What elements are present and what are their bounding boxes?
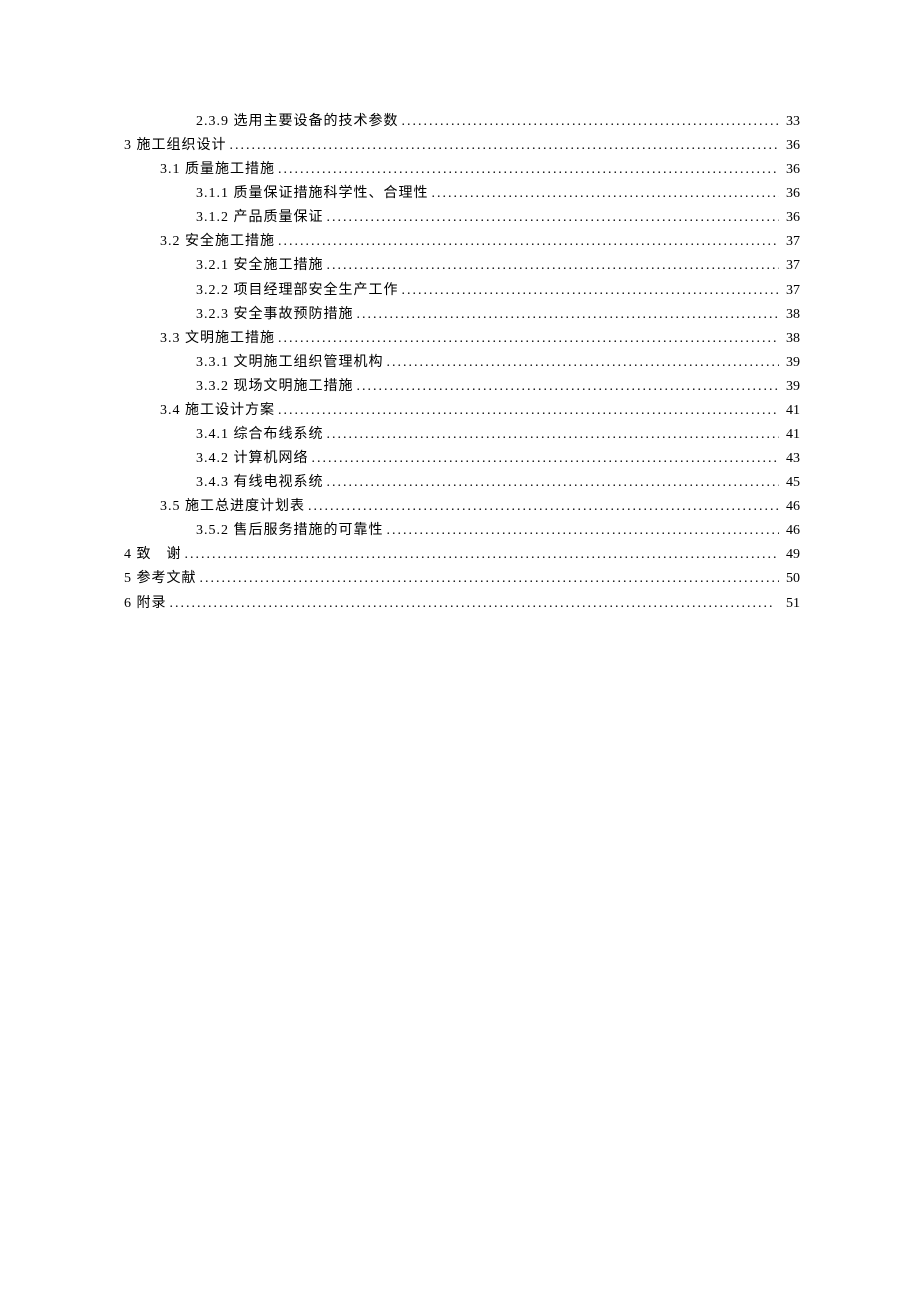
toc-entry-leader <box>230 134 780 158</box>
toc-entry-page: 38 <box>782 327 800 351</box>
toc-entry-label: 6 附录 <box>124 592 167 616</box>
toc-entry-label: 5 参考文献 <box>124 567 197 591</box>
toc-entry-leader <box>402 279 780 303</box>
toc-entry-page: 36 <box>782 158 800 182</box>
toc-entry: 3.2 安全施工措施 37 <box>124 230 800 254</box>
toc-entry: 5 参考文献 50 <box>124 567 800 591</box>
toc-entry: 3 施工组织设计 36 <box>124 134 800 158</box>
toc-entry-leader <box>278 399 779 423</box>
toc-entry-leader <box>278 327 779 351</box>
toc-entry-page: 49 <box>782 543 800 567</box>
toc-entry-label: 3.4.3 有线电视系统 <box>196 471 324 495</box>
toc-entry: 3.3.1 文明施工组织管理机构 39 <box>124 351 800 375</box>
toc-entry-page: 39 <box>782 375 800 399</box>
toc-entry-leader <box>185 543 780 567</box>
toc-entry: 3.2.3 安全事故预防措施 38 <box>124 303 800 327</box>
toc-entry-page: 50 <box>782 567 800 591</box>
toc-entry-page: 43 <box>782 447 800 471</box>
toc-entry-label: 3.3.1 文明施工组织管理机构 <box>196 351 384 375</box>
toc-entry-label: 3.3 文明施工措施 <box>160 327 275 351</box>
toc-entry-leader <box>308 495 779 519</box>
table-of-contents: 2.3.9 选用主要设备的技术参数333 施工组织设计363.1 质量施工措施3… <box>124 110 800 616</box>
toc-entry-page: 41 <box>782 423 800 447</box>
toc-entry-leader <box>200 567 780 591</box>
toc-entry-label: 3.1.1 质量保证措施科学性、合理性 <box>196 182 429 206</box>
toc-entry-label: 2.3.9 选用主要设备的技术参数 <box>196 110 399 134</box>
toc-entry: 3.3.2 现场文明施工措施 39 <box>124 375 800 399</box>
toc-entry-leader <box>387 351 780 375</box>
toc-entry-leader <box>278 158 779 182</box>
toc-entry: 3.2.1 安全施工措施 37 <box>124 254 800 278</box>
toc-entry-leader <box>327 206 780 230</box>
toc-entry-leader <box>432 182 780 206</box>
toc-entry-page: 51 <box>782 592 800 616</box>
toc-entry-label: 3 施工组织设计 <box>124 134 227 158</box>
toc-entry-page: 46 <box>782 519 800 543</box>
toc-entry-leader <box>170 592 780 616</box>
toc-entry-page: 41 <box>782 399 800 423</box>
toc-entry-page: 39 <box>782 351 800 375</box>
toc-entry-leader <box>278 230 779 254</box>
toc-entry-page: 36 <box>782 134 800 158</box>
toc-entry-leader <box>327 254 780 278</box>
toc-entry: 3.4.2 计算机网络 43 <box>124 447 800 471</box>
toc-entry-page: 36 <box>782 206 800 230</box>
toc-entry-leader <box>357 303 780 327</box>
toc-entry: 2.3.9 选用主要设备的技术参数 33 <box>124 110 800 134</box>
toc-entry: 3.4 施工设计方案 41 <box>124 399 800 423</box>
toc-entry: 3.3 文明施工措施 38 <box>124 327 800 351</box>
toc-entry-page: 38 <box>782 303 800 327</box>
toc-entry: 3.4.1 综合布线系统 41 <box>124 423 800 447</box>
toc-entry-leader <box>312 447 780 471</box>
toc-entry: 4 致 谢 49 <box>124 543 800 567</box>
toc-entry-label: 3.2.3 安全事故预防措施 <box>196 303 354 327</box>
toc-entry-page: 36 <box>782 182 800 206</box>
toc-entry: 3.1 质量施工措施 36 <box>124 158 800 182</box>
toc-entry: 3.2.2 项目经理部安全生产工作 37 <box>124 279 800 303</box>
toc-entry-label: 3.1.2 产品质量保证 <box>196 206 324 230</box>
toc-entry: 3.4.3 有线电视系统 45 <box>124 471 800 495</box>
toc-entry-page: 37 <box>782 279 800 303</box>
toc-entry-label: 3.3.2 现场文明施工措施 <box>196 375 354 399</box>
toc-entry-label: 3.5.2 售后服务措施的可靠性 <box>196 519 384 543</box>
toc-entry-leader <box>327 423 780 447</box>
toc-entry: 3.1.1 质量保证措施科学性、合理性 36 <box>124 182 800 206</box>
toc-entry-label: 4 致 谢 <box>124 543 182 567</box>
toc-entry-leader <box>357 375 780 399</box>
toc-entry-label: 3.5 施工总进度计划表 <box>160 495 305 519</box>
toc-entry-label: 3.2 安全施工措施 <box>160 230 275 254</box>
toc-entry-label: 3.1 质量施工措施 <box>160 158 275 182</box>
toc-entry-leader <box>402 110 780 134</box>
toc-entry-label: 3.2.2 项目经理部安全生产工作 <box>196 279 399 303</box>
toc-entry-label: 3.4.1 综合布线系统 <box>196 423 324 447</box>
toc-entry: 3.5.2 售后服务措施的可靠性 46 <box>124 519 800 543</box>
toc-entry: 3.1.2 产品质量保证 36 <box>124 206 800 230</box>
toc-entry: 3.5 施工总进度计划表 46 <box>124 495 800 519</box>
toc-entry-page: 37 <box>782 230 800 254</box>
toc-entry-leader <box>387 519 780 543</box>
toc-entry-label: 3.4.2 计算机网络 <box>196 447 309 471</box>
toc-entry-page: 45 <box>782 471 800 495</box>
toc-entry-label: 3.4 施工设计方案 <box>160 399 275 423</box>
toc-entry-label: 3.2.1 安全施工措施 <box>196 254 324 278</box>
toc-entry-page: 37 <box>782 254 800 278</box>
toc-entry-leader <box>327 471 780 495</box>
toc-entry-page: 33 <box>782 110 800 134</box>
toc-entry-page: 46 <box>782 495 800 519</box>
toc-entry: 6 附录 51 <box>124 592 800 616</box>
